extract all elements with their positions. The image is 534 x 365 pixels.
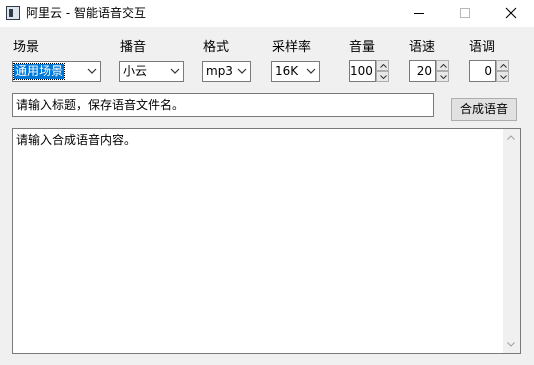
format-label: 格式 [203,40,230,55]
sample-rate-select[interactable]: 16K [271,61,320,82]
volume-spinner[interactable]: 100 [349,60,389,82]
voice-select-value: 小云 [123,64,148,78]
sample-rate-select-value: 16K [275,64,299,78]
pitch-decrease-button[interactable] [496,71,509,82]
pitch-value[interactable]: 0 [469,60,496,82]
close-button[interactable] [488,0,534,27]
speed-increase-button[interactable] [436,60,449,71]
speed-decrease-button[interactable] [436,71,449,82]
minimize-icon [414,13,424,14]
pitch-label: 语调 [469,40,496,55]
scroll-up-icon[interactable] [507,135,515,140]
chevron-down-icon [87,68,97,74]
pitch-spinner[interactable]: 0 [469,60,509,82]
title-bar[interactable]: 阿里云 - 智能语音交互 [0,0,534,27]
voice-select[interactable]: 小云 [119,61,184,82]
scroll-down-icon[interactable] [507,342,515,347]
chevron-up-icon [500,64,507,68]
title-input[interactable] [13,94,433,116]
chevron-up-icon [380,64,387,68]
synthesize-button[interactable]: 合成语音 [451,98,517,121]
app-window-icon [6,6,20,20]
main-window: 阿里云 - 智能语音交互 场景 播音 格式 采样率 音量 语速 语调 通用场景 … [0,0,534,365]
chevron-down-icon [306,68,316,74]
voice-label: 播音 [120,40,147,55]
speed-label: 语速 [409,40,436,55]
content-input[interactable] [13,129,504,353]
maximize-button[interactable] [442,0,488,27]
speed-spinner[interactable]: 20 [409,60,449,82]
chevron-down-icon [440,75,447,79]
scene-select[interactable]: 通用场景 [12,61,101,82]
chevron-down-icon [170,68,180,74]
scene-select-value: 通用场景 [12,63,66,80]
minimize-button[interactable] [396,0,442,27]
chevron-down-icon [237,68,247,74]
volume-increase-button[interactable] [376,60,389,71]
content-field[interactable] [12,128,521,354]
title-field[interactable] [12,93,434,117]
volume-value[interactable]: 100 [349,60,376,82]
chevron-up-icon [440,64,447,68]
chevron-down-icon [500,75,507,79]
format-select[interactable]: mp3 [202,61,251,82]
maximize-icon [460,8,470,18]
sample-rate-label: 采样率 [272,40,312,55]
vertical-scrollbar[interactable] [503,129,520,353]
scene-label: 场景 [13,40,40,55]
pitch-increase-button[interactable] [496,60,509,71]
volume-decrease-button[interactable] [376,71,389,82]
volume-label: 音量 [349,40,376,55]
window-title: 阿里云 - 智能语音交互 [26,6,146,20]
speed-value[interactable]: 20 [409,60,436,82]
format-select-value: mp3 [206,64,233,78]
close-icon [505,7,517,19]
chevron-down-icon [380,75,387,79]
